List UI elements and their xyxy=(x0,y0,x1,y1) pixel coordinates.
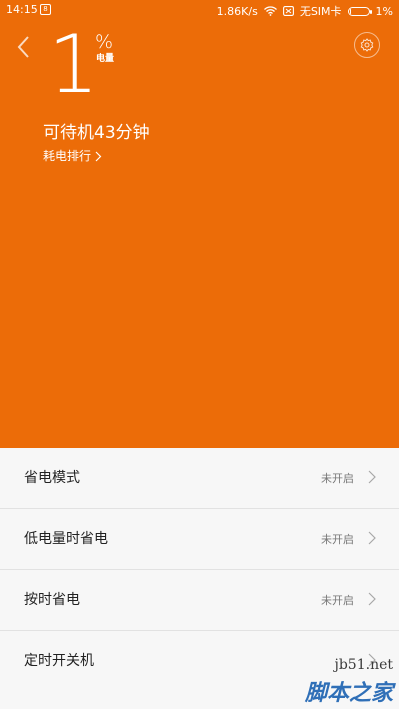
battery-label: 电量 xyxy=(96,54,115,64)
chevron-right-icon xyxy=(368,470,376,484)
battery-screen: 14:15 8 1.86K/s 无SIM卡 1% 1 % 电量 可待机43分钟 … xyxy=(0,0,399,709)
battery-percent: 1% xyxy=(375,4,393,18)
list-item-label: 低电量时省电 xyxy=(24,531,108,547)
power-ranking-link[interactable]: 耗电排行 xyxy=(43,148,102,164)
list-item-label: 省电模式 xyxy=(24,470,80,486)
site-watermark: jb51.net 脚本之家 xyxy=(289,641,399,709)
watermark-name: 脚本之家 xyxy=(304,681,393,706)
chevron-right-icon xyxy=(368,531,376,545)
wifi-icon xyxy=(263,6,277,16)
list-item-low-battery-saving[interactable]: 低电量时省电 未开启 xyxy=(0,509,399,570)
net-speed: 1.86K/s xyxy=(216,4,258,18)
notification-icon: 8 xyxy=(40,4,51,15)
chevron-right-icon xyxy=(95,151,102,161)
settings-button[interactable] xyxy=(354,32,380,58)
back-button[interactable] xyxy=(14,32,34,62)
list-item-status: 未开启 xyxy=(321,472,354,485)
battery-level-value: 1 xyxy=(48,18,99,111)
list-item-label: 按时省电 xyxy=(24,592,80,608)
list-item-status: 未开启 xyxy=(321,594,354,607)
chevron-right-icon xyxy=(368,592,376,606)
list-item-status: 未开启 xyxy=(321,533,354,546)
list-item-power-saving-mode[interactable]: 省电模式 未开启 xyxy=(0,448,399,509)
battery-level-fill xyxy=(349,8,351,14)
power-ranking-label: 耗电排行 xyxy=(43,149,92,163)
no-sim-icon xyxy=(282,6,294,16)
list-item-label: 定时开关机 xyxy=(24,653,94,669)
watermark-site: jb51.net xyxy=(334,657,394,673)
status-time: 14:15 xyxy=(6,3,38,16)
chevron-left-icon xyxy=(17,36,29,58)
battery-icon xyxy=(347,6,372,16)
status-bar: 14:15 8 1.86K/s 无SIM卡 1% xyxy=(0,0,399,20)
status-right-group: 1.86K/s 无SIM卡 1% xyxy=(217,3,393,19)
list-item-scheduled-saving[interactable]: 按时省电 未开启 xyxy=(0,570,399,631)
percent-sign: % xyxy=(95,31,114,53)
sim-status: 无SIM卡 xyxy=(299,5,342,18)
standby-time-text: 可待机43分钟 xyxy=(43,123,150,143)
gear-icon xyxy=(360,38,374,52)
battery-hero-panel: 14:15 8 1.86K/s 无SIM卡 1% 1 % 电量 可待机43分钟 … xyxy=(0,0,399,448)
